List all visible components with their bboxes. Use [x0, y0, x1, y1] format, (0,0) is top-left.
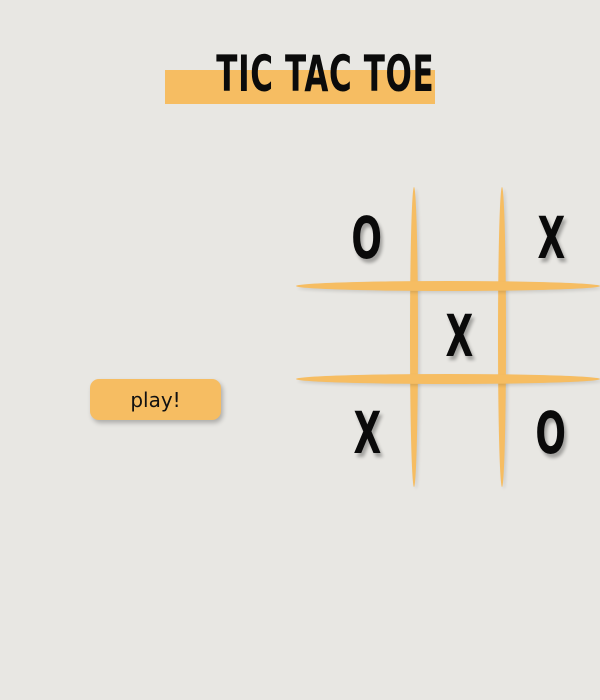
board-cell-0[interactable]: O	[324, 195, 410, 281]
cell-mark: O	[351, 204, 383, 272]
board-cell-5[interactable]	[508, 293, 594, 379]
cell-mark: X	[445, 302, 473, 370]
cell-mark: X	[537, 204, 565, 272]
cell-mark: O	[535, 399, 567, 467]
page-title: TIC TAC TOE	[216, 45, 435, 103]
board-cell-8[interactable]: O	[508, 390, 594, 476]
board-cell-3[interactable]	[324, 293, 410, 379]
play-button[interactable]: play!	[90, 379, 221, 420]
board-cell-7[interactable]	[416, 390, 502, 476]
grid-line-horizontal-top	[296, 281, 600, 291]
board-cell-1[interactable]	[416, 195, 502, 281]
cell-mark: X	[353, 399, 381, 467]
game-board: O X X X O	[296, 185, 600, 490]
board-cell-6[interactable]: X	[324, 390, 410, 476]
title-banner: TIC TAC TOE	[165, 40, 435, 104]
board-cell-2[interactable]: X	[508, 195, 594, 281]
board-cell-4[interactable]: X	[416, 293, 502, 379]
